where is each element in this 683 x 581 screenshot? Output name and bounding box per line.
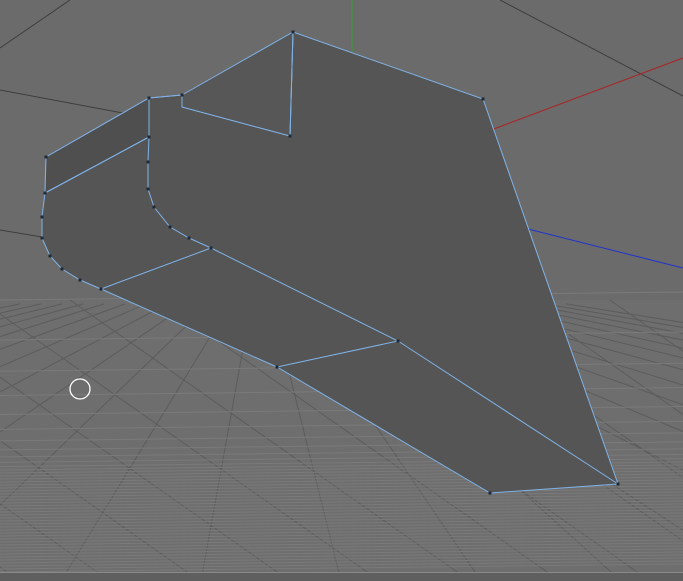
3d-viewport[interactable] — [0, 0, 683, 581]
mesh-vertex[interactable] — [146, 160, 150, 164]
mesh-vertex[interactable] — [275, 365, 279, 369]
mesh-vertex[interactable] — [147, 96, 151, 100]
mesh-vertex[interactable] — [481, 97, 485, 101]
viewport-canvas[interactable] — [0, 0, 683, 581]
mesh-vertex[interactable] — [396, 339, 400, 343]
mesh-vertex[interactable] — [40, 236, 44, 240]
mesh-vertex[interactable] — [78, 278, 82, 282]
mesh-vertex[interactable] — [147, 135, 151, 139]
mesh-vertex[interactable] — [616, 482, 620, 486]
mesh-vertex[interactable] — [291, 30, 295, 34]
mesh-vertex[interactable] — [146, 187, 150, 191]
mesh-vertex[interactable] — [60, 267, 64, 271]
viewport-bottom-bar — [0, 572, 683, 581]
mesh-vertex[interactable] — [99, 287, 103, 291]
mesh-vertex[interactable] — [152, 205, 156, 209]
mesh-vertex[interactable] — [187, 236, 191, 240]
mesh-vertex[interactable] — [488, 491, 492, 495]
mesh-vertex[interactable] — [209, 246, 213, 250]
mesh-vertex[interactable] — [48, 254, 52, 258]
mesh-vertex[interactable] — [44, 155, 48, 159]
mesh-vertex[interactable] — [288, 134, 292, 138]
mesh-vertex[interactable] — [168, 225, 172, 229]
mesh-vertex[interactable] — [43, 191, 47, 195]
mesh-vertex[interactable] — [180, 93, 184, 97]
mesh-vertex[interactable] — [40, 215, 44, 219]
